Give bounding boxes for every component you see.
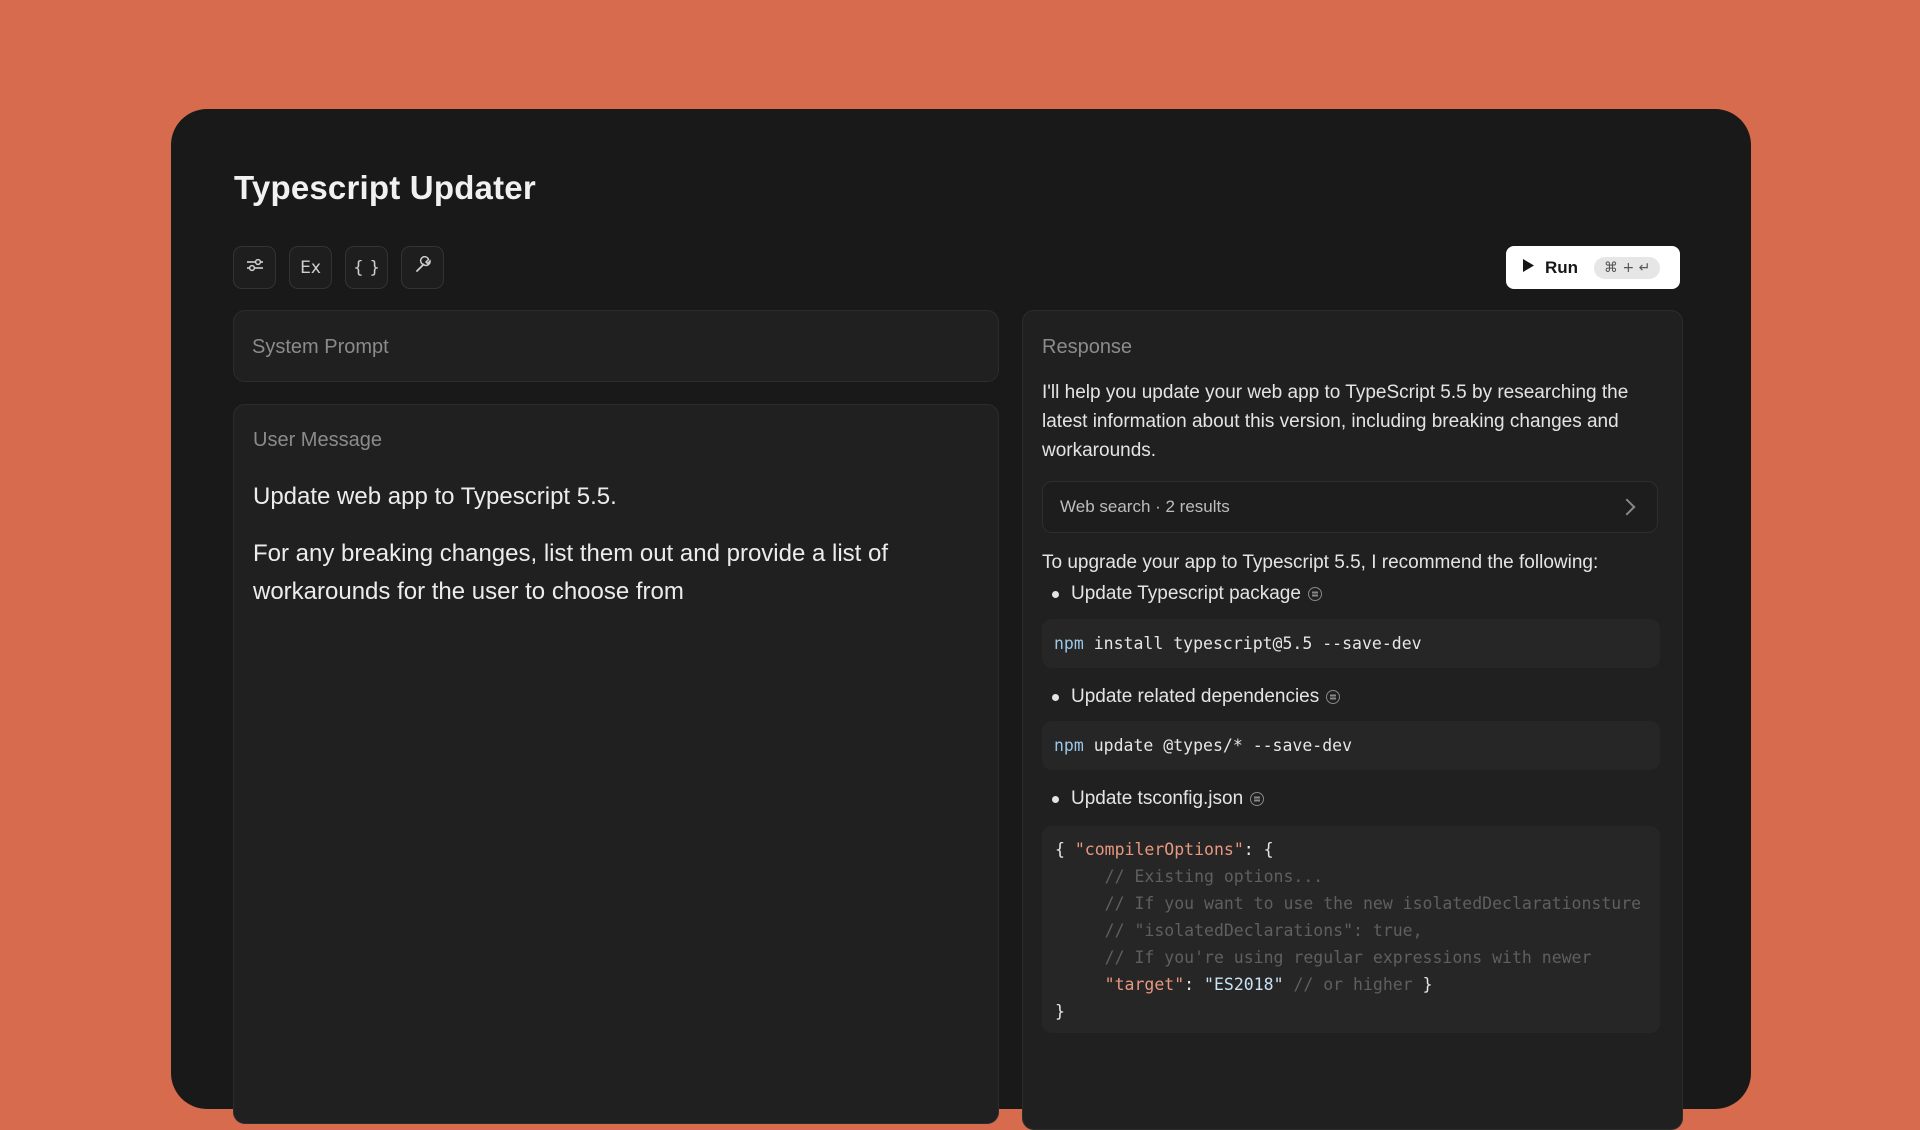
step-title: Update tsconfig.json xyxy=(1071,788,1244,809)
code-keyword: npm xyxy=(1054,634,1084,653)
page-title: Typescript Updater xyxy=(234,169,536,206)
step-item: Update related dependencies xyxy=(1052,686,1682,708)
bullet-icon xyxy=(1052,590,1059,598)
tools-button[interactable] xyxy=(401,246,444,289)
user-message-field[interactable]: User Message Update web app to Typescrip… xyxy=(233,404,999,1124)
examples-label: Ex xyxy=(300,257,321,278)
system-prompt-label: System Prompt xyxy=(252,336,389,358)
user-message-line-2: For any breaking changes, list them out … xyxy=(253,540,889,605)
run-shortcut: ⌘ + ↵ xyxy=(1594,256,1661,279)
braces-icon: { } xyxy=(352,257,381,278)
step-title: Update Typescript package xyxy=(1071,583,1301,604)
step-title: Update related dependencies xyxy=(1071,686,1320,707)
code-text: : { xyxy=(1243,840,1274,859)
web-search-results[interactable]: Web search · 2 results xyxy=(1042,481,1658,533)
code-block: npm install typescript@5.5 --save-dev xyxy=(1042,619,1660,668)
code-keyword: npm xyxy=(1054,736,1084,755)
response-label: Response xyxy=(1042,336,1133,358)
examples-button[interactable]: Ex xyxy=(289,246,332,289)
settings-button[interactable] xyxy=(233,246,276,289)
app-window: Typescript Updater Ex { } Run ⌘ + ↵ Syst… xyxy=(171,109,1751,1130)
code-string: "compilerOptions" xyxy=(1074,840,1244,859)
wrench-icon xyxy=(414,255,432,279)
toolbar: Ex { } xyxy=(233,246,444,289)
code-comment: // Existing options... xyxy=(1104,867,1324,886)
code-comment: // or higher xyxy=(1283,975,1413,994)
run-button[interactable]: Run ⌘ + ↵ xyxy=(1506,246,1680,289)
code-comment: // If you're using regular expressions w… xyxy=(1104,948,1592,967)
tsconfig-code-block: { "compilerOptions": { // Existing optio… xyxy=(1042,826,1660,1033)
user-message-label: User Message xyxy=(253,429,382,451)
code-string: "target" xyxy=(1104,975,1185,994)
code-text: { xyxy=(1055,840,1075,859)
sliders-icon xyxy=(246,257,264,278)
step-item: Update tsconfig.json xyxy=(1052,788,1682,810)
code-text: } xyxy=(1055,1002,1065,1021)
run-label: Run xyxy=(1545,257,1579,277)
citation-icon[interactable] xyxy=(1307,587,1322,601)
chevron-right-icon xyxy=(1618,498,1636,516)
play-icon xyxy=(1522,258,1535,278)
response-intro: I'll help you update your web app to Typ… xyxy=(1042,382,1629,461)
code-block: npm update @types/* --save-dev xyxy=(1042,721,1660,770)
recommend-text: To upgrade your app to Typescript 5.5, I… xyxy=(1042,552,1599,573)
response-panel: Response I'll help you update your web a… xyxy=(1022,310,1683,1130)
variables-button[interactable]: { } xyxy=(345,246,388,289)
bullet-icon xyxy=(1052,795,1059,803)
citation-icon[interactable] xyxy=(1326,690,1341,704)
code-comment: // "isolatedDeclarations": true, xyxy=(1104,921,1423,940)
system-prompt-field[interactable]: System Prompt xyxy=(233,310,999,382)
code-value: "ES2018" xyxy=(1204,975,1284,994)
code-text: : xyxy=(1184,975,1205,994)
step-item: Update Typescript package xyxy=(1052,583,1682,605)
code-text: } xyxy=(1412,975,1433,994)
code-comment: // If you want to use the new isolatedDe… xyxy=(1104,894,1642,913)
code-command: install typescript@5.5 --save-dev xyxy=(1083,634,1422,653)
user-message-line-1: Update web app to Typescript 5.5. xyxy=(253,483,617,510)
bullet-icon xyxy=(1052,693,1059,701)
citation-icon[interactable] xyxy=(1250,792,1265,806)
code-command: update @types/* --save-dev xyxy=(1083,736,1353,755)
web-search-label: Web search · 2 results xyxy=(1060,497,1230,516)
